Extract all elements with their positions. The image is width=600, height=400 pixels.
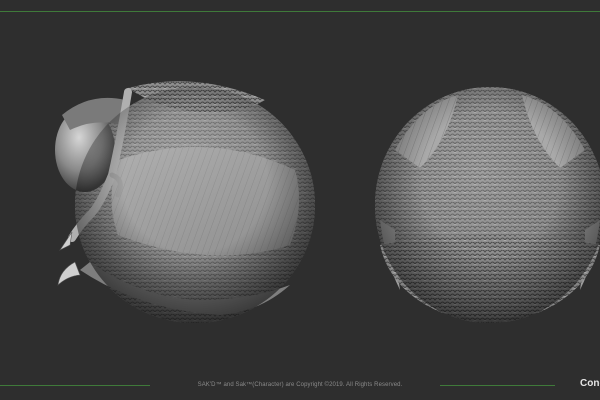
left-lower-claw: [57, 261, 81, 286]
right-shading: [375, 87, 600, 323]
right-sculpt-front-view: [375, 87, 600, 323]
image-canvas: SAK'D™ and Sak™(Character) are Copyright…: [0, 0, 600, 400]
brand-logo-text: Cone: [580, 378, 600, 389]
left-sculpt-side-view: [55, 81, 315, 323]
left-upper-claw: [59, 231, 73, 251]
sculpt-render: [55, 81, 600, 323]
copyright-notice: SAK'D™ and Sak™(Character) are Copyright…: [197, 382, 403, 388]
left-shading: [75, 87, 315, 323]
